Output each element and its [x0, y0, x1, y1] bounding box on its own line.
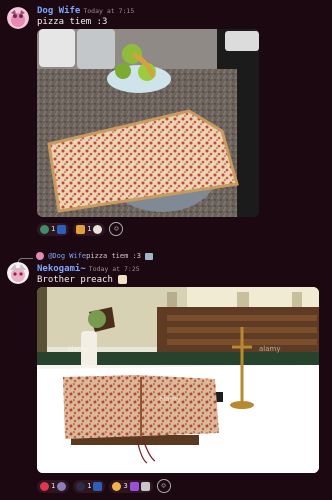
reply-preview[interactable]: @Dog Wifepizza tiem :3	[36, 252, 154, 260]
dark-figure-icon	[76, 481, 86, 491]
smile-icon: ☺	[114, 225, 119, 233]
reaction-heart[interactable]: 1	[37, 479, 70, 493]
add-reaction-button[interactable]: ☺	[156, 479, 171, 493]
reaction-pizza[interactable]: 1	[73, 222, 106, 236]
cat-face-icon	[57, 481, 67, 491]
avatar[interactable]	[7, 7, 29, 29]
smile-icon: ☺	[161, 482, 166, 490]
timestamp: Today at 7:25	[88, 265, 140, 273]
watermark: alamy	[39, 429, 61, 437]
reaction-count: 1	[51, 482, 56, 490]
smile-face-icon	[112, 481, 122, 491]
image-icon	[145, 252, 154, 260]
watermark: alamy	[229, 429, 251, 437]
reaction-blue-planet[interactable]: 1	[37, 222, 70, 236]
blue-box-icon	[57, 224, 67, 234]
purple-sticker-icon	[129, 481, 139, 491]
reaction-count: 3	[123, 482, 128, 490]
blue-box-icon	[93, 481, 103, 491]
reaction-count: 1	[87, 482, 92, 490]
author-name[interactable]: Nekogami~ Today at 7:25	[37, 264, 140, 274]
heart-icon	[40, 481, 49, 491]
message-text: Brother preach	[37, 275, 128, 285]
message-text: pizza tiem :3	[37, 17, 108, 27]
blue-planet-icon	[40, 224, 49, 234]
reply-avatar-icon	[36, 252, 44, 260]
author-name-text[interactable]: Nekogami~	[37, 264, 86, 274]
hand-emoji-icon	[118, 275, 128, 284]
avatar[interactable]	[7, 262, 29, 284]
timestamp: Today at 7:15	[83, 7, 135, 15]
pizza-icon	[76, 224, 86, 234]
watermark: alamy	[67, 345, 89, 353]
sticker-icon	[140, 481, 150, 491]
image-attachment[interactable]	[37, 29, 259, 217]
small-dog-icon	[93, 224, 103, 234]
reactions-bar: 1 1 ☺	[37, 222, 124, 236]
author-name[interactable]: Dog Wife Today at 7:15	[37, 6, 134, 16]
image-attachment[interactable]: alamy alamy alamy alamy alamy	[37, 287, 319, 473]
reaction-dark-figure[interactable]: 1	[73, 479, 106, 493]
reaction-smile-face[interactable]: 3	[109, 479, 153, 493]
watermark: alamy	[259, 345, 281, 353]
reaction-count: 1	[51, 225, 56, 233]
author-name-text[interactable]: Dog Wife	[37, 6, 80, 16]
reply-author[interactable]: @Dog Wife	[48, 252, 86, 260]
reactions-bar: 1 1 3 ☺	[37, 479, 171, 493]
add-reaction-button[interactable]: ☺	[109, 222, 124, 236]
reply-text: pizza tiem :3	[86, 252, 141, 260]
message-text-content: Brother preach	[37, 275, 113, 285]
watermark: alamy	[159, 395, 181, 403]
reaction-count: 1	[87, 225, 92, 233]
